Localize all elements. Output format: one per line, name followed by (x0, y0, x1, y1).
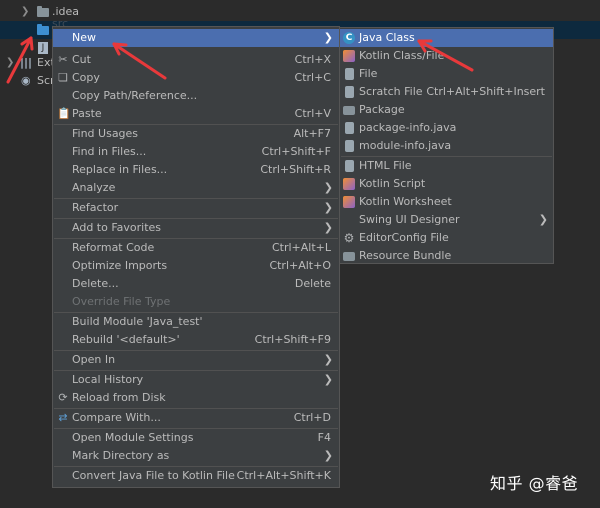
watermark: 知乎 @睿爸 (490, 474, 579, 493)
annotation-arrow-java-class (417, 39, 474, 72)
annotation-arrow-tree (6, 36, 34, 84)
annotation-arrows (6, 36, 474, 84)
annotation-arrow-new (112, 42, 167, 80)
